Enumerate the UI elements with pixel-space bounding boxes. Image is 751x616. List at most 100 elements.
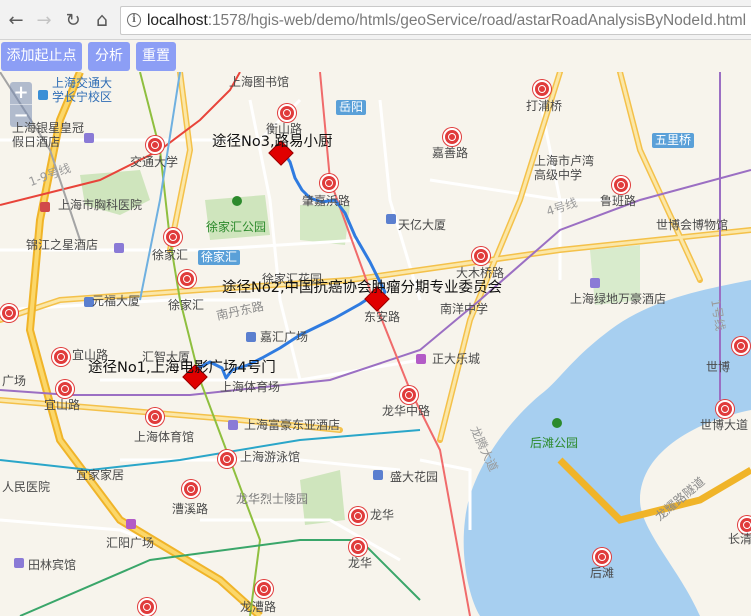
url-text: localhost:1578/hgis-web/demo/htmls/geoSe… <box>147 12 746 30</box>
map-label: 漕溪路 <box>172 502 209 516</box>
hotel-icon <box>228 420 238 430</box>
reset-button[interactable]: 重置 <box>136 42 176 71</box>
map-label: 上海绿地万豪酒店 <box>570 292 667 306</box>
map-canvas[interactable]: + − 岳阳 五里桥 徐家汇 上海交通大学长宁校区 上海图书馆 衡山路 打浦桥 … <box>0 72 751 616</box>
map-label: 龙华中路 <box>382 404 431 418</box>
metro-station-icon <box>146 408 164 426</box>
browser-toolbar: ← → ↻ ⌂ i localhost:1578/hgis-web/demo/h… <box>0 0 751 40</box>
forward-icon[interactable]: → <box>32 8 56 32</box>
map-label: 上海交通大学长宁校区 <box>52 76 113 104</box>
map-label: 龙漕路 <box>240 600 277 614</box>
map-label: 嘉善路 <box>432 146 469 160</box>
map-label: 上海市胸科医院 <box>58 198 143 212</box>
station-badge: 五里桥 <box>652 133 695 148</box>
map-label: 人民医院 <box>2 480 51 494</box>
map-label: 交通大学 <box>130 155 179 169</box>
waypoint-label-1: 途径No1,上海电影广场4号门 <box>88 360 276 376</box>
map-label: 后滩公园 <box>530 436 579 450</box>
metro-station-icon <box>278 104 296 122</box>
map-label: 元福大厦 <box>92 294 141 308</box>
map-label: 锦江之星酒店 <box>26 238 99 252</box>
map-label: 徐家汇公园 <box>206 220 267 234</box>
building-icon <box>386 214 396 224</box>
map-label: 上海富豪东亚酒店 <box>244 418 341 432</box>
building-icon <box>246 332 256 342</box>
info-icon[interactable]: i <box>127 13 141 27</box>
map-label: 上海图书馆 <box>229 75 290 89</box>
metro-station-icon <box>320 174 338 192</box>
map-label: 南洋中学 <box>440 302 489 316</box>
station-badge: 岳阳 <box>336 100 367 115</box>
map-label: 世博大道 <box>700 418 749 432</box>
map-label: 广场 <box>2 374 27 388</box>
metro-station-icon <box>472 247 490 265</box>
metro-station-icon <box>178 270 196 288</box>
school-icon <box>38 90 48 100</box>
metro-station-icon <box>349 538 367 556</box>
map-label: 上海体育馆 <box>134 430 195 444</box>
park-icon <box>552 418 562 428</box>
map-label: 世博 <box>706 360 731 374</box>
map-label: 龙华 <box>348 556 373 570</box>
hotel-icon <box>114 243 124 253</box>
address-bar[interactable]: i localhost:1578/hgis-web/demo/htmls/geo… <box>120 6 751 35</box>
map-base <box>0 72 751 616</box>
metro-station-icon <box>56 380 74 398</box>
map-label: 鲁班路 <box>600 194 637 208</box>
shopping-icon <box>126 519 136 529</box>
map-label: 龙华 <box>370 508 395 522</box>
metro-station-icon <box>400 386 418 404</box>
map-label: 肇嘉浜路 <box>302 194 351 208</box>
metro-station-icon <box>0 304 18 322</box>
map-label: 盛大花园 <box>390 470 439 484</box>
hotel-icon <box>14 558 24 568</box>
waypoint-label-2: 途径No2,中国抗癌协会肿瘤分期专业委员会 <box>222 280 503 296</box>
hotel-icon <box>84 133 94 143</box>
map-label: 天亿大厦 <box>398 218 447 232</box>
map-label: 上海体育场 <box>220 380 281 394</box>
hotel-icon <box>590 278 600 288</box>
zoom-in-button[interactable]: + <box>10 82 32 104</box>
map-label: 上海市卢湾高级中学 <box>534 154 595 182</box>
metro-station-icon <box>255 580 273 598</box>
map-label: 世博会博物馆 <box>656 218 729 232</box>
waypoint-label-3: 途径No3,路易小厨 <box>212 134 333 150</box>
url-host: localhost <box>147 12 208 29</box>
back-icon[interactable]: ← <box>4 8 28 32</box>
station-badge: 徐家汇 <box>198 250 241 265</box>
home-icon[interactable]: ⌂ <box>90 8 114 32</box>
map-label: 东安路 <box>364 310 401 324</box>
map-label: 龙华烈士陵园 <box>236 492 309 506</box>
map-label: 田林宾馆 <box>28 558 77 572</box>
map-label: 汇阳广场 <box>106 536 155 550</box>
url-path: :1578/hgis-web/demo/htmls/geoService/roa… <box>207 12 747 29</box>
map-label: 嘉汇广场 <box>260 330 309 344</box>
metro-station-icon <box>146 136 164 154</box>
metro-station-icon <box>52 348 70 366</box>
metro-station-icon <box>349 507 367 525</box>
map-label: 正大乐城 <box>432 352 481 366</box>
map-label: 徐家汇 <box>168 298 205 312</box>
metro-station-icon <box>593 548 611 566</box>
shopping-icon <box>416 354 426 364</box>
metro-station-icon <box>533 80 551 98</box>
map-label: 宜家家居 <box>76 468 125 482</box>
park-icon <box>232 196 242 206</box>
metro-station-icon <box>443 128 461 146</box>
metro-station-icon <box>182 480 200 498</box>
building-icon <box>373 470 383 480</box>
map-label: 上海银星皇冠假日酒店 <box>12 121 85 149</box>
map-label: 宜山路 <box>44 398 81 412</box>
metro-station-icon <box>716 400 734 418</box>
map-label: 打浦桥 <box>526 99 563 113</box>
metro-station-icon <box>612 176 630 194</box>
map-label: 后滩 <box>590 566 615 580</box>
reload-icon[interactable]: ↻ <box>61 8 85 32</box>
metro-station-icon <box>164 228 182 246</box>
map-label: 长清 <box>728 532 751 546</box>
metro-station-icon <box>138 598 156 616</box>
analyze-button[interactable]: 分析 <box>88 42 130 71</box>
hospital-icon <box>40 202 50 212</box>
add-points-button[interactable]: 添加起止点 <box>1 42 82 71</box>
map-label: 大木桥路 <box>456 266 505 280</box>
